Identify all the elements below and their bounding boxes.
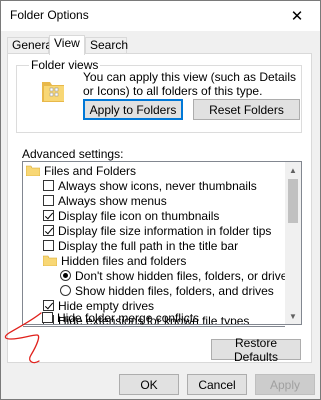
list-item-label: Display the full path in the title bar: [58, 238, 239, 253]
apply-to-folders-button[interactable]: Apply to Folders: [83, 99, 183, 120]
radio-button[interactable]: [60, 270, 71, 281]
vertical-scrollbar[interactable]: ▲ ▼: [285, 162, 301, 324]
folder-icon: [26, 165, 40, 176]
reset-folders-button[interactable]: Reset Folders: [193, 99, 300, 120]
list-item[interactable]: Display file icon on thumbnails: [43, 208, 219, 223]
close-button[interactable]: ✕: [274, 1, 320, 31]
tree-item-label: Hidden files and folders: [61, 253, 187, 268]
checkbox[interactable]: [43, 240, 54, 251]
cancel-button[interactable]: Cancel: [187, 374, 247, 395]
list-item[interactable]: Don't show hidden files, folders, or dri…: [60, 268, 293, 283]
tree-folder-hidden-files: Hidden files and folders: [43, 253, 186, 268]
folder-options-dialog: Folder Options ✕ General View Search Fol…: [0, 0, 321, 400]
list-item[interactable]: Display the full path in the title bar: [43, 238, 238, 253]
list-bottom-border: [23, 326, 285, 327]
checkbox[interactable]: [43, 195, 54, 206]
folder-views-icon: [42, 82, 64, 102]
checkbox[interactable]: [43, 225, 54, 236]
list-item-label: Hide folder merge conflicts: [57, 310, 200, 325]
list-item-label: Display file icon on thumbnails: [58, 208, 220, 223]
folder-views-description: You can apply this view (such as Details…: [83, 70, 296, 98]
list-item[interactable]: Show hidden files, folders, and drives: [60, 283, 274, 298]
tree-folder-files-and-folders: Files and Folders: [26, 163, 136, 178]
checkbox[interactable]: [42, 312, 53, 323]
folder-icon: [43, 255, 57, 266]
list-item-label: Don't show hidden files, folders, or dri…: [75, 268, 294, 283]
scroll-up-arrow-icon[interactable]: ▲: [285, 162, 301, 178]
apply-button[interactable]: Apply: [255, 374, 315, 395]
list-item[interactable]: Always show menus: [43, 193, 167, 208]
advanced-settings-label: Advanced settings:: [22, 147, 124, 161]
scroll-down-arrow-icon[interactable]: ▼: [285, 308, 301, 324]
title-bar: Folder Options ✕: [1, 1, 320, 31]
checkbox[interactable]: [43, 180, 54, 191]
restore-defaults-button[interactable]: Restore Defaults: [211, 336, 301, 364]
tab-search[interactable]: Search: [85, 37, 128, 54]
list-item[interactable]: Display file size information in folder …: [43, 223, 271, 238]
advanced-settings-list[interactable]: Files and Folders Always show icons, nev…: [22, 161, 302, 325]
scrollbar-thumb[interactable]: [288, 179, 298, 223]
checkbox[interactable]: [43, 210, 54, 221]
tree-item-label: Files and Folders: [44, 163, 137, 178]
list-item[interactable]: Always show icons, never thumbnails: [43, 178, 257, 193]
ok-button[interactable]: OK: [119, 374, 179, 395]
window-title: Folder Options: [10, 8, 89, 22]
radio-button[interactable]: [60, 285, 71, 296]
tab-general[interactable]: General: [7, 37, 55, 54]
tab-strip: General View Search: [7, 35, 312, 55]
list-item-label: Always show menus: [58, 193, 167, 208]
list-item-label: Display file size information in folder …: [58, 223, 272, 238]
list-item-label: Show hidden files, folders, and drives: [75, 283, 274, 298]
tab-view[interactable]: View: [49, 35, 85, 55]
list-item-label: Always show icons, never thumbnails: [58, 178, 257, 193]
list-item[interactable]: Hide folder merge conflicts: [42, 310, 199, 325]
